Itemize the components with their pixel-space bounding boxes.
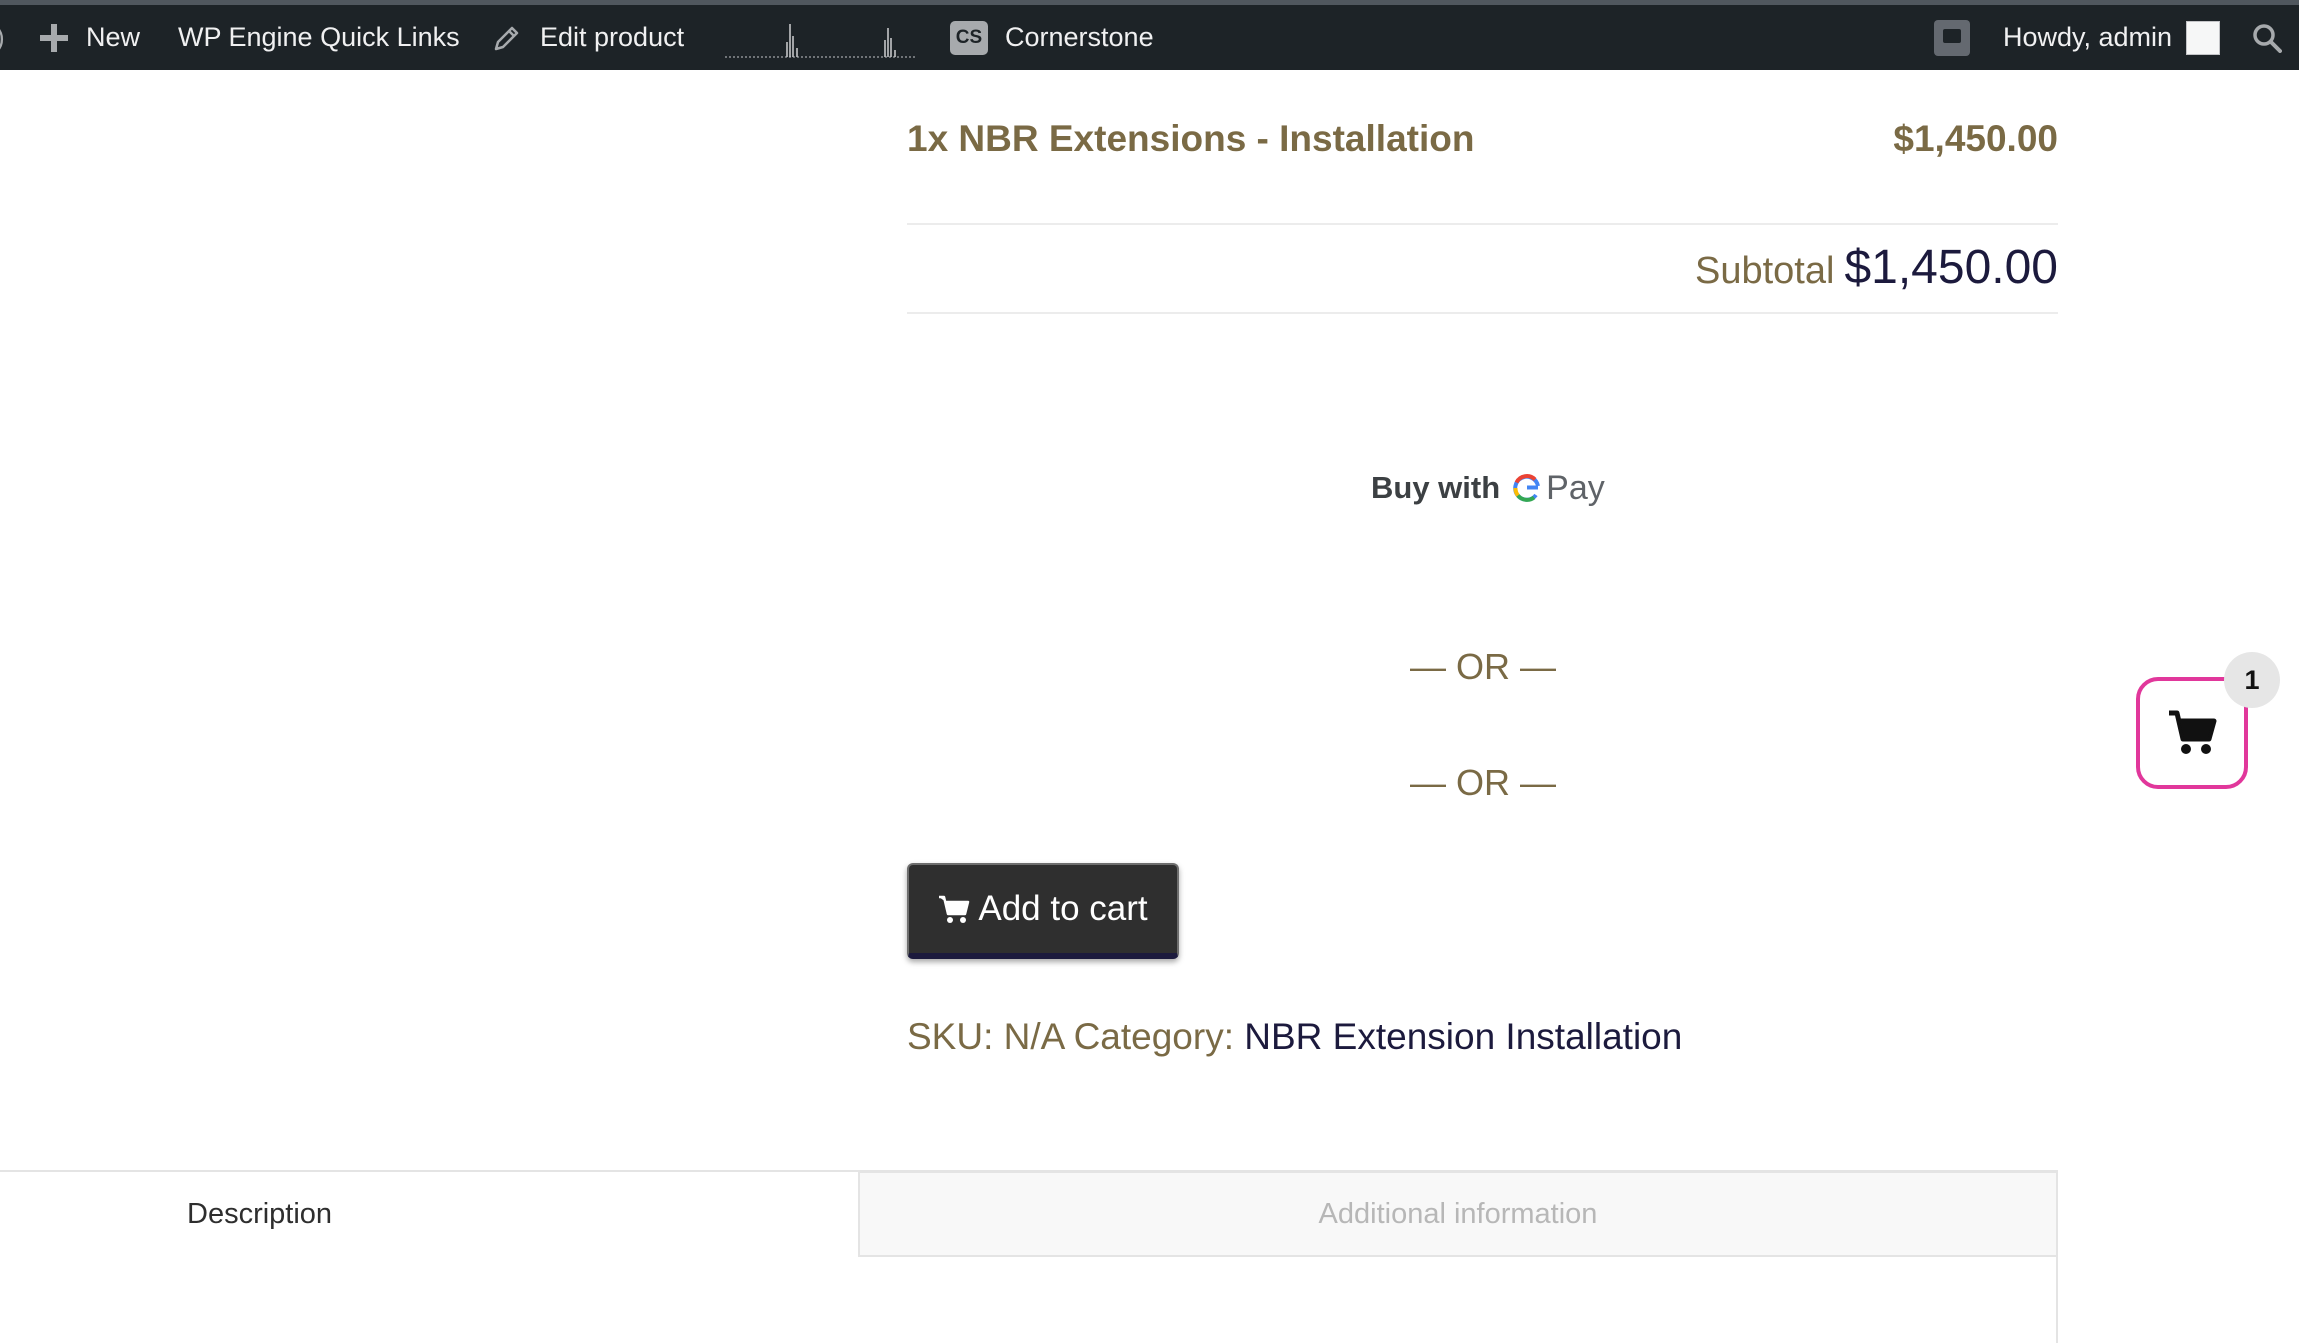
sparkline-graph xyxy=(725,23,915,58)
plus-icon xyxy=(40,23,68,52)
summary-divider xyxy=(907,223,2058,225)
quick-links-label: WP Engine Quick Links xyxy=(178,22,460,52)
gpay-pay-label: Pay xyxy=(1546,468,1605,507)
tab-description[interactable]: Description xyxy=(0,1172,858,1256)
tab-description-label: Description xyxy=(187,1197,333,1230)
traffic-sparkline[interactable] xyxy=(725,5,915,70)
cornerstone-label: Cornerstone xyxy=(1005,22,1154,52)
sku-label: SKU: xyxy=(907,1016,994,1057)
new-content-menu[interactable]: New xyxy=(40,5,140,70)
product-meta: SKU: N/A Category: NBR Extension Install… xyxy=(907,1016,1682,1058)
add-to-cart-button[interactable]: Add to cart xyxy=(907,863,1179,959)
wp-engine-quick-links-menu[interactable]: WP Engine Quick Links xyxy=(178,5,460,70)
edit-product-label: Edit product xyxy=(540,22,685,52)
order-line-price: $1,450.00 xyxy=(1893,118,2058,159)
subtotal-divider xyxy=(907,312,2058,314)
search-icon xyxy=(2253,23,2282,53)
gpay-buy-with-label: Buy with xyxy=(1371,470,1501,505)
add-to-cart-label: Add to cart xyxy=(978,889,1148,928)
new-label: New xyxy=(86,22,141,52)
google-g-icon xyxy=(1513,474,1541,502)
wp-logo-icon[interactable]: ) xyxy=(0,5,5,70)
shopping-cart-icon xyxy=(2169,710,2217,754)
google-pay-button[interactable]: Buy with Pay xyxy=(1371,466,1605,510)
edit-product-link[interactable]: Edit product xyxy=(492,5,684,70)
cornerstone-icon: CS xyxy=(950,20,988,55)
pencil-icon xyxy=(494,26,519,50)
howdy-label: Howdy, admin xyxy=(2003,22,2173,52)
order-line-item: 1x NBR Extensions - Installation xyxy=(907,118,1475,159)
subtotal-row: Subtotal $1,450.00 xyxy=(1695,240,2058,295)
category-label: Category: xyxy=(1073,1016,1234,1057)
subtotal-label: Subtotal xyxy=(1695,250,1835,292)
tab-additional-information[interactable]: Additional information xyxy=(858,1171,2058,1257)
subtotal-value: $1,450.00 xyxy=(1844,241,2058,294)
category-link[interactable]: NBR Extension Installation xyxy=(1244,1016,1682,1057)
my-account-menu[interactable]: Howdy, admin xyxy=(2003,5,2221,70)
wp-admin-bar: ) New WP Engine Quick Links Edit product… xyxy=(0,0,2299,70)
cart-count-badge: 1 xyxy=(2224,652,2280,708)
sku-value: N/A xyxy=(1003,1016,1064,1057)
admin-search-button[interactable] xyxy=(2252,5,2282,70)
or-separator-2: — OR — xyxy=(1409,762,1556,803)
tab-panel-border xyxy=(2056,1257,2058,1343)
cornerstone-menu[interactable]: CS Cornerstone xyxy=(950,5,1154,70)
or-separator-1: — OR — xyxy=(1409,646,1556,687)
avatar xyxy=(2186,20,2221,55)
tab-additional-information-label: Additional information xyxy=(1318,1197,1598,1230)
comments-link[interactable] xyxy=(1934,5,1970,70)
comment-bubble-icon xyxy=(1934,19,1970,56)
cart-icon xyxy=(939,895,970,923)
